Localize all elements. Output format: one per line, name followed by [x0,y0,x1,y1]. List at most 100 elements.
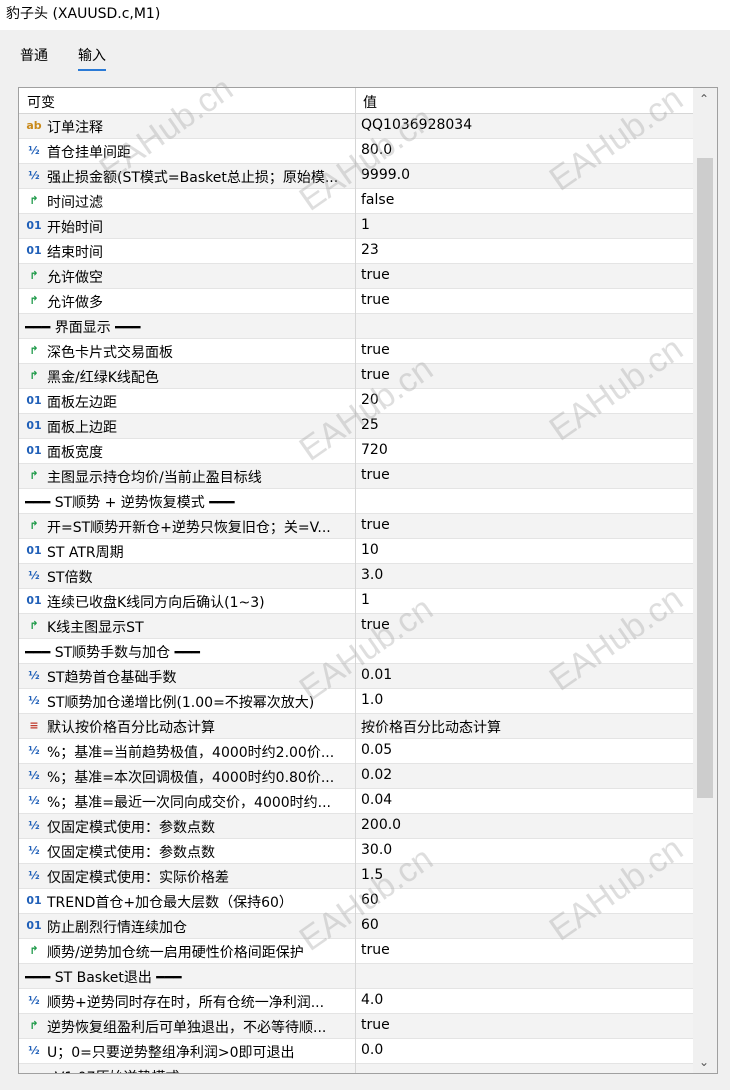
parameter-value[interactable]: true [361,467,686,483]
table-row[interactable]: ½ %；基准=当前趋势极值，4000时约2.00价... 0.05 [19,739,694,764]
parameter-value[interactable]: true [361,942,686,958]
window-title: 豹子头 (XAUUSD.c,M1) [0,0,730,30]
parameter-value[interactable]: 0.01 [361,667,686,683]
table-row[interactable]: ≡ 默认按价格百分比动态计算 按价格百分比动态计算 [19,714,694,739]
parameter-value[interactable]: true [361,1017,686,1033]
parameter-value[interactable]: 20 [361,392,686,408]
table-row[interactable]: ½ ST顺势加仓递增比例(1.00=不按幂次放大) 1.0 [19,689,694,714]
column-divider[interactable] [355,88,356,114]
section-header-row[interactable]: ━━━ ST Basket退出 ━━━ [19,964,694,989]
parameter-value[interactable]: 1.0 [361,692,686,708]
table-row[interactable]: ↱ 允许做空 true [19,264,694,289]
parameter-value[interactable]: true [361,292,686,308]
table-row[interactable]: ½ 仅固定模式使用：参数点数 200.0 [19,814,694,839]
table-row[interactable]: 01 ST ATR周期 10 [19,539,694,564]
integer-type-icon: 01 [26,594,42,607]
vertical-scrollbar[interactable]: ⌃ ⌄ [693,88,717,1073]
parameter-value[interactable]: 60 [361,892,686,908]
table-row[interactable]: ½ ST趋势首仓基础手数 0.01 [19,664,694,689]
section-header-row[interactable]: ━━━ ST顺势 + 逆势恢复模式 ━━━ [19,489,694,514]
integer-type-icon: 01 [26,244,42,257]
scroll-up-icon[interactable]: ⌃ [699,92,709,106]
section-header-row[interactable]: ━━━ 界面显示 ━━━ [19,314,694,339]
double-type-icon: ½ [28,819,40,832]
table-row[interactable]: ↱ K线主图显示ST true [19,614,694,639]
parameter-value[interactable]: false [361,192,686,208]
parameter-value[interactable]: true [361,267,686,283]
parameter-value[interactable]: 80.0 [361,142,686,158]
table-row[interactable]: ↱ 时间过滤 false [19,189,694,214]
parameter-value[interactable]: 23 [361,242,686,258]
table-row[interactable]: 01 面板宽度 720 [19,439,694,464]
parameter-value[interactable]: true [361,617,686,633]
parameter-value[interactable]: 4.0 [361,992,686,1008]
column-divider [355,764,356,789]
parameter-value[interactable]: 25 [361,417,686,433]
table-row[interactable]: ½ U；0=只要逆势整组净利润>0即可退出 0.0 [19,1039,694,1064]
table-row[interactable]: ↱ 顺势/逆势加仓统一启用硬性价格间距保护 true [19,939,694,964]
parameter-value[interactable]: 按价格百分比动态计算 [361,717,686,737]
table-row[interactable]: ab 订单注释 QQ1036928034 [19,114,694,139]
table-row[interactable]: 01 防止剧烈行情连续加仓 60 [19,914,694,939]
parameter-value[interactable]: 9999.0 [361,167,686,183]
parameter-value[interactable]: true [361,342,686,358]
parameter-value[interactable]: 200.0 [361,817,686,833]
table-row[interactable]: ↱ 主图显示持仓均价/当前止盈目标线 true [19,464,694,489]
table-row[interactable]: ½ %；基准=最近一次同向成交价，4000时约... 0.04 [19,789,694,814]
parameter-value[interactable]: 1.5 [361,867,686,883]
table-row[interactable]: 01 连续已收盘K线同方向后确认(1~3) 1 [19,589,694,614]
parameter-value[interactable]: 0.02 [361,767,686,783]
parameter-value[interactable]: true [361,367,686,383]
table-row[interactable]: ½ 首仓挂单间距 80.0 [19,139,694,164]
double-type-icon: ½ [28,569,40,582]
table-row[interactable]: 01 开始时间 1 [19,214,694,239]
parameter-name: K线主图显示ST [47,620,144,636]
parameter-value[interactable]: QQ1036928034 [361,117,686,133]
table-row[interactable]: ½ %；基准=本次回调极值，4000时约0.80价... 0.02 [19,764,694,789]
table-row[interactable]: ↱ 逆势恢复组盈利后可单独退出，不必等待顺... true [19,1014,694,1039]
double-type-icon: ½ [28,694,40,707]
table-row[interactable]: ↱ 允许做多 true [19,289,694,314]
table-row[interactable]: ↱ 深色卡片式交易面板 true [19,339,694,364]
scroll-down-icon[interactable]: ⌄ [699,1055,709,1069]
column-header-variable[interactable]: 可变 [27,92,55,112]
parameter-value[interactable]: 0.0 [361,1042,686,1058]
parameter-value[interactable]: true [361,517,686,533]
table-row[interactable]: 01 结束时间 23 [19,239,694,264]
integer-type-icon: 01 [26,419,42,432]
column-divider [355,339,356,364]
parameter-name: 防止剧烈行情连续加仓 [47,920,187,936]
parameter-value[interactable]: 0.05 [361,742,686,758]
scrollbar-thumb[interactable] [697,158,713,798]
parameter-value[interactable]: 1 [361,217,686,233]
table-row[interactable]: ↱ 黑金/红绿K线配色 true [19,364,694,389]
parameter-value[interactable]: 3.0 [361,567,686,583]
bool-type-icon: ↱ [29,1019,39,1032]
table-row[interactable]: 01 TREND首仓+加仓最大层数（保持60） 60 [19,889,694,914]
table-row[interactable]: ½ 顺势+逆势同时存在时，所有仓统一净利润... 4.0 [19,989,694,1014]
parameter-value[interactable]: 720 [361,442,686,458]
section-header-row[interactable]: ━━━ ST顺势手数与加仓 ━━━ [19,639,694,664]
section-header-row[interactable]: ━━━ V1.07原始逆势模式 [19,1064,694,1073]
parameter-name: 开始时间 [47,220,103,236]
parameter-value[interactable]: 30.0 [361,842,686,858]
table-row[interactable]: ½ ST倍数 3.0 [19,564,694,589]
parameter-value[interactable]: 10 [361,542,686,558]
table-row[interactable]: 01 面板上边距 25 [19,414,694,439]
enum-type-icon: ≡ [29,719,39,732]
column-divider [355,439,356,464]
tab-inputs[interactable]: 输入 [78,45,106,71]
parameter-value[interactable]: 0.04 [361,792,686,808]
tab-general[interactable]: 普通 [20,45,48,65]
table-row[interactable]: ↱ 开=ST顺势开新仓+逆势只恢复旧仓；关=V... true [19,514,694,539]
table-row[interactable]: ½ 仅固定模式使用：实际价格差 1.5 [19,864,694,889]
column-header-value[interactable]: 值 [363,92,377,112]
double-type-icon: ½ [28,1044,40,1057]
column-divider [355,839,356,864]
parameter-value[interactable]: 60 [361,917,686,933]
parameter-value[interactable]: 1 [361,592,686,608]
table-row[interactable]: ½ 强止损金额(ST模式=Basket总止损；原始模... 9999.0 [19,164,694,189]
table-row[interactable]: 01 面板左边距 20 [19,389,694,414]
table-row[interactable]: ½ 仅固定模式使用：参数点数 30.0 [19,839,694,864]
column-divider [355,464,356,489]
